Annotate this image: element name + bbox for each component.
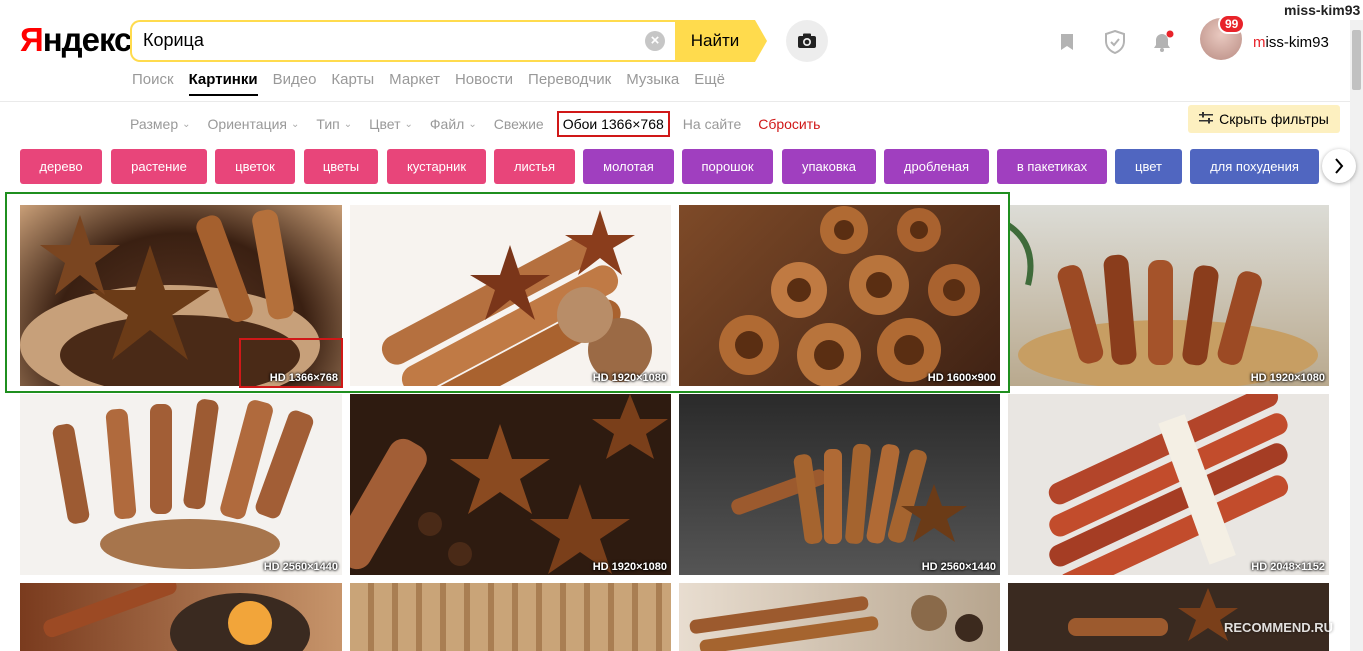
hide-filters-button[interactable]: Скрыть фильтры — [1188, 105, 1340, 133]
yandex-logo[interactable]: Яндекс — [20, 21, 133, 58]
filter-reset[interactable]: Сбросить — [758, 116, 820, 132]
filter-color-label: Цвет — [369, 116, 401, 132]
tag-chip[interactable]: цветок — [215, 149, 295, 184]
tag-chip[interactable]: растение — [111, 149, 207, 184]
tag-chip[interactable]: для похудения — [1190, 149, 1319, 184]
user-name-first-letter: m — [1253, 34, 1266, 51]
notification-bell-icon[interactable] — [1150, 30, 1174, 59]
tag-chip[interactable]: цвет — [1115, 149, 1182, 184]
resolution-label: HD 2560×1440 — [921, 561, 996, 573]
bookmark-icon[interactable] — [1057, 32, 1077, 57]
tag-chip[interactable]: порошок — [682, 149, 773, 184]
scrollbar[interactable] — [1350, 20, 1363, 651]
image-thumbnail[interactable] — [679, 583, 1000, 651]
hide-filters-label: Скрыть фильтры — [1219, 111, 1329, 127]
resolution-label: HD 2048×1152 — [1251, 561, 1325, 573]
header-divider — [0, 101, 1350, 102]
highlight-frame-red — [239, 338, 343, 388]
shield-icon[interactable] — [1104, 29, 1126, 59]
tag-chip[interactable]: упаковка — [782, 149, 876, 184]
image-thumbnail[interactable] — [20, 583, 342, 651]
nav-item-market[interactable]: Маркет — [389, 71, 440, 88]
search-input[interactable] — [143, 30, 623, 51]
highlight-frame-green — [5, 192, 1010, 393]
find-button-arrow — [755, 20, 767, 62]
chevron-right-icon[interactable] — [1322, 149, 1356, 183]
image-thumbnail[interactable] — [1008, 583, 1329, 651]
camera-search-icon[interactable] — [786, 20, 828, 62]
watermark: RECOMMEND.RU — [1224, 620, 1334, 635]
filter-fresh[interactable]: Свежие — [494, 116, 544, 132]
tag-chip[interactable]: в пакетиках — [997, 149, 1107, 184]
filter-selected-wallpaper[interactable]: Обои 1366×768 — [556, 111, 670, 137]
corner-user-label: miss-kim93 — [1284, 2, 1361, 18]
chevron-down-icon: ⌄ — [343, 118, 353, 130]
nav-item-news[interactable]: Новости — [455, 71, 513, 88]
tag-chip[interactable]: дерево — [20, 149, 102, 184]
nav-item-more[interactable]: Ещё — [694, 71, 725, 88]
filter-on-site[interactable]: На сайте — [683, 116, 741, 132]
tag-chip[interactable]: дробленая — [884, 149, 989, 184]
resolution-label: HD 1920×1080 — [592, 561, 667, 573]
image-thumbnail[interactable] — [350, 583, 671, 651]
nav-item-video[interactable]: Видео — [273, 71, 317, 88]
chevron-down-icon: ⌄ — [182, 118, 191, 130]
notification-badge: 99 — [1218, 14, 1246, 34]
filter-file[interactable]: Файл ⌄ — [430, 116, 477, 132]
filter-color[interactable]: Цвет ⌄ — [369, 116, 413, 132]
tag-chip[interactable]: листья — [494, 149, 575, 184]
filter-size[interactable]: Размер ⌄ — [130, 116, 191, 132]
image-thumbnail[interactable]: HD 1920×1080 — [1008, 205, 1329, 386]
clear-search-icon[interactable]: × — [645, 31, 665, 51]
filter-orientation-label: Ориентация — [207, 116, 287, 132]
service-nav: Поиск Картинки Видео Карты Маркет Новост… — [132, 71, 740, 96]
filter-orientation[interactable]: Ориентация ⌄ — [208, 116, 300, 132]
nav-item-music[interactable]: Музыка — [626, 71, 679, 88]
user-name[interactable]: miss-kim93 — [1253, 34, 1329, 51]
filter-file-label: Файл — [429, 116, 465, 132]
image-thumbnail[interactable]: HD 2560×1440 — [20, 394, 342, 575]
nav-item-search[interactable]: Поиск — [132, 71, 174, 88]
chevron-down-icon: ⌄ — [404, 118, 413, 130]
image-thumbnail[interactable]: HD 1920×1080 — [350, 394, 671, 575]
tag-chip[interactable]: цветы — [304, 149, 378, 184]
filter-bar: Размер ⌄ Ориентация ⌄ Тип ⌄ Цвет ⌄ Файл ⌄ Све… — [130, 111, 837, 137]
tag-chip[interactable]: молотая — [583, 149, 674, 184]
logo-letter: Я — [20, 21, 44, 58]
image-thumbnail[interactable]: HD 2048×1152 — [1008, 394, 1329, 575]
resolution-label: HD 2560×1440 — [263, 561, 338, 573]
scrollbar-thumb[interactable] — [1352, 30, 1361, 90]
image-thumbnail[interactable]: HD 2560×1440 — [679, 394, 1000, 575]
filter-type[interactable]: Тип ⌄ — [316, 116, 352, 132]
nav-item-maps[interactable]: Карты — [331, 71, 374, 88]
filter-size-label: Размер — [130, 116, 179, 132]
nav-item-images[interactable]: Картинки — [188, 71, 258, 96]
sliders-icon — [1199, 111, 1214, 127]
chevron-down-icon: ⌄ — [291, 118, 300, 130]
logo-rest: ндекс — [42, 21, 133, 58]
user-name-rest: iss-kim93 — [1265, 34, 1329, 51]
find-button[interactable]: Найти — [675, 20, 755, 62]
nav-item-translator[interactable]: Переводчик — [528, 71, 611, 88]
tag-chip[interactable]: кустарник — [387, 149, 486, 184]
chevron-down-icon: ⌄ — [468, 118, 477, 130]
filter-type-label: Тип — [316, 116, 340, 132]
resolution-label: HD 1920×1080 — [1250, 372, 1325, 384]
